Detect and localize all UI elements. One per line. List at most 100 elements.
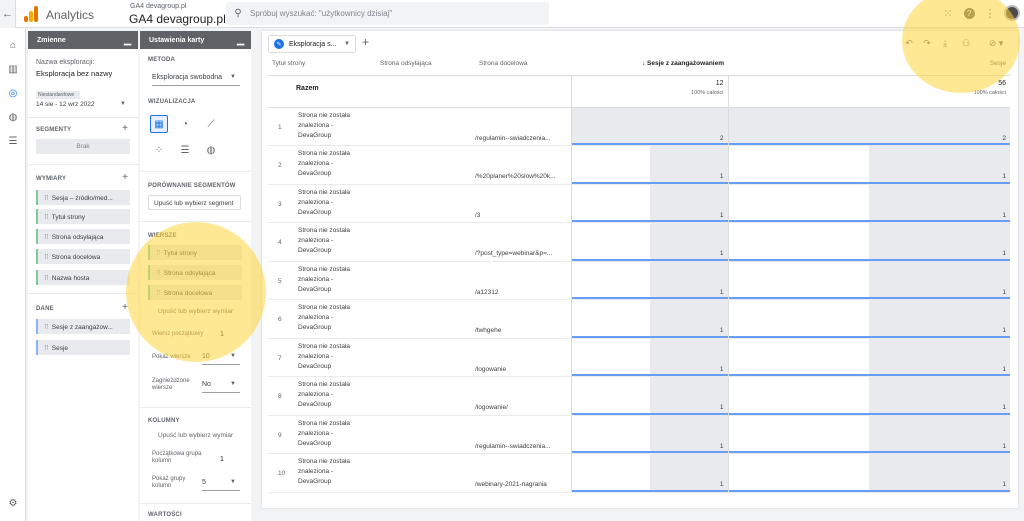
add-metric-icon[interactable]: + [122,302,128,313]
page-title-line: DevaGroup [298,478,332,485]
cell-page-title: 3 Strona nie została znaleziona - DevaGroup [268,184,376,223]
show-columns-select[interactable]: 5 ▼ [202,475,240,491]
nested-rows-select[interactable]: No ▼ [202,377,240,393]
date-range[interactable]: 14 sie - 12 wrz 2022 [36,101,95,108]
col-header-referrer[interactable]: Strona odsyłająca [376,55,475,76]
cell-engaged-sessions: 1 [570,145,728,185]
status-check-icon[interactable]: ⊘ ▾ [984,38,1008,49]
redo-icon[interactable]: ↷ [920,38,934,49]
start-row-input[interactable]: 1 [220,331,224,338]
page-title-line: DevaGroup [298,362,332,370]
share-user-icon[interactable]: ⚇ [959,38,973,49]
drag-handle-icon: ⠿ [156,250,161,257]
table-vis-icon[interactable]: ▦ [150,115,168,133]
dimension-chip[interactable]: ⠿ Nazwa hosta [36,270,130,285]
show-rows-select[interactable]: 10 ▼ [202,349,240,365]
row-dimension-chip[interactable]: ⠿ Tytuł strony [148,245,242,260]
property-selector[interactable]: GA4 devagroup.pl [129,12,226,26]
drag-handle-icon: ⠿ [44,254,49,261]
tab-exploration[interactable]: ✎ Eksploracja s... ▼ [268,35,356,53]
table-row[interactable]: 6 Strona nie została znaleziona - DevaGroup… [268,299,1010,339]
cell-page-title: 2 Strona nie została znaleziona - DevaGroup [268,145,376,185]
row-dimension-chip[interactable]: ⠿ Strona docelowa [148,285,242,300]
exploration-name-input[interactable]: Eksploracja bez nazwy [36,69,112,78]
home-icon[interactable]: ⌂ [0,40,26,51]
cell-landing-page: /regulamin--swiadczenia... [475,107,571,146]
row-drop-zone[interactable]: Upuść lub wybierz wymiar [158,308,233,315]
row-dimension-chip[interactable]: ⠿ Strona odsyłająca [148,265,242,280]
chevron-down-icon: ▼ [230,381,236,387]
minimize-icon[interactable]: ▁ [124,35,131,46]
row-number: 1 [278,123,282,131]
more-vert-icon[interactable]: ⋮ [983,7,997,20]
page-title-line: znaleziona - [298,275,334,283]
table-row[interactable]: 2 Strona nie została znaleziona - DevaGroup… [268,145,1010,185]
table-row[interactable]: 1 Strona nie została znaleziona - DevaGroup… [268,107,1010,146]
dimension-chip[interactable]: ⠿ Tytuł strony [36,209,130,224]
table-row[interactable]: 3 Strona nie została znaleziona - DevaGroup… [268,184,1010,223]
col-header-engaged-sessions[interactable]: ↓ Sesje z zaangażowaniem [571,55,728,76]
geo-vis-icon[interactable]: ◍ [202,141,220,159]
property-account[interactable]: GA4 devagroup.pl [130,3,186,10]
exploration-name-label: Nazwa eksploracji: [36,59,95,66]
page-title-line: Strona nie została [298,188,351,196]
undo-icon[interactable]: ↶ [902,38,916,49]
col-header-page-title[interactable]: Tytuł strony [268,55,376,76]
date-dropdown-icon[interactable]: ▼ [120,101,126,107]
dimension-chip[interactable]: ⠿ Sesja – źródło/med... [36,190,130,205]
metric-chip[interactable]: ⠿ Sesje [36,340,130,355]
cell-landing-page: /a12312 [475,261,571,300]
explore-icon[interactable]: ◎ [0,86,26,102]
back-arrow-icon[interactable]: ← [0,0,16,28]
table-row[interactable]: 7 Strona nie została znaleziona - DevaGroup… [268,338,1010,377]
page-title-line: DevaGroup [298,401,332,408]
cell-engaged-sessions: 1 [570,415,728,454]
cell-sessions-bar [728,107,1010,145]
add-tab-icon[interactable]: + [362,35,369,49]
page-title-line: Strona nie została [298,150,351,157]
segment-drop-zone[interactable]: Upuść lub wybierz segment [148,195,241,210]
table-row[interactable]: 4 Strona nie została znaleziona - DevaGroup… [268,222,1010,262]
title-wrap: 7 Strona nie została znaleziona - DevaGroup [278,342,376,372]
table-row[interactable]: 5 Strona nie została znaleziona - DevaGroup… [268,261,1010,300]
line-vis-icon[interactable]: ⟋ [202,115,220,133]
row-number: 3 [278,200,282,208]
row-number: 2 [278,162,282,169]
advertising-icon[interactable]: ◍ [0,112,26,123]
cell-engaged-sessions: 1 [570,299,728,339]
search-input[interactable]: ⚲ Spróbuj wyszukać: "użytkownicy dzisiaj… [226,2,549,25]
data-table: Tytuł strony Strona odsyłająca Strona do… [268,55,1010,493]
start-column-label: Początkowa grupa kolumn [152,451,202,464]
cell-engaged-sessions: 2 [570,107,728,146]
cell-referrer [376,338,475,377]
column-drop-zone[interactable]: Upuść lub wybierz wymiar [158,432,233,439]
table-row[interactable]: 9 Strona nie została znaleziona - DevaGroup… [268,415,1010,454]
donut-vis-icon[interactable]: ◔ [176,115,194,133]
col-header-landing[interactable]: Strona docelowa [475,55,571,76]
add-segment-icon[interactable]: + [122,123,128,134]
add-dimension-icon[interactable]: + [122,172,128,183]
cell-engaged-sessions-bar [649,454,728,492]
start-column-input[interactable]: 1 [220,456,224,463]
page-title-line: znaleziona - [298,198,334,206]
technique-select[interactable]: Eksploracja swobodna ▼ [152,70,240,86]
chevron-down-icon[interactable]: ▼ [344,41,350,47]
scatter-vis-icon[interactable]: ⁘ [150,141,168,159]
apps-grid-icon[interactable]: ⁙ [941,7,955,20]
col-header-sessions[interactable]: Sesje [728,55,1010,76]
dimension-chip[interactable]: ⠿ Strona odsyłająca [36,229,130,244]
avatar[interactable] [1004,5,1020,21]
table-row[interactable]: 10 Strona nie została znaleziona - DevaGrou… [268,453,1010,493]
dimension-chip[interactable]: ⠿ Strona docelowa [36,249,130,264]
minimize-icon[interactable]: ▁ [237,35,244,46]
reports-icon[interactable]: ▥ [0,64,26,75]
settings-icon[interactable]: ⚙ [0,498,26,509]
table-row[interactable]: 8 Strona nie została znaleziona - DevaGroup… [268,376,1010,416]
metric-chip[interactable]: ⠿ Sesje z zaangażow... [36,319,130,334]
cell-page-title: 10 Strona nie została znaleziona - DevaGrou… [268,453,376,493]
help-icon[interactable]: ? [962,7,976,19]
cell-sessions-bar [869,415,1010,453]
download-icon[interactable]: ⤓ [938,38,952,49]
configure-icon[interactable]: ☰ [0,136,26,147]
bar-vis-icon[interactable]: ☰ [176,141,194,159]
